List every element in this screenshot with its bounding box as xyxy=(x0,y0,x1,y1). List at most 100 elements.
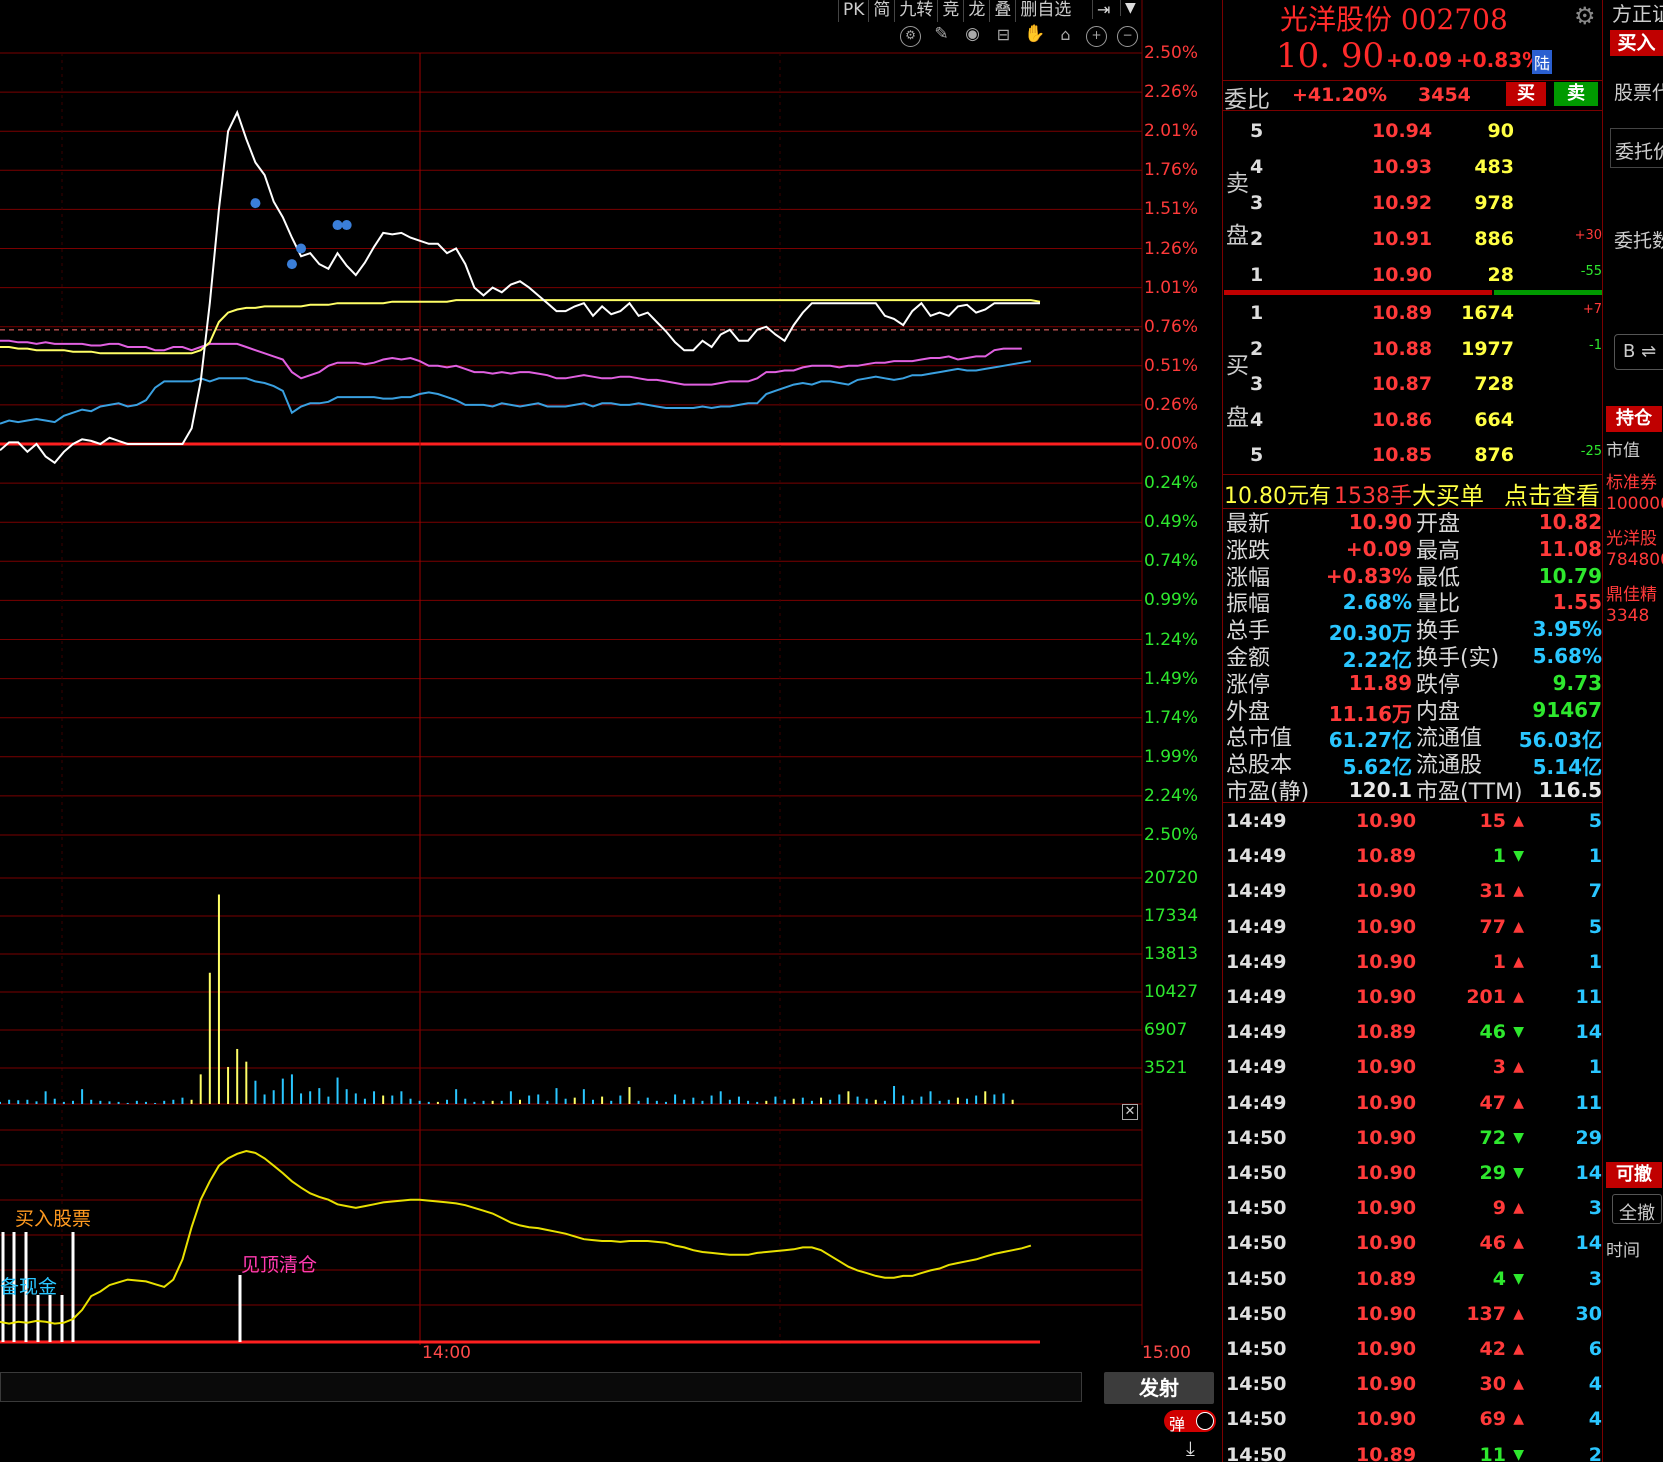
popup-toggle[interactable]: 弹 xyxy=(1164,1410,1216,1434)
bid-row-3[interactable]: 3 10.87 728 xyxy=(1224,367,1604,401)
basket-icon[interactable]: ⊟ xyxy=(993,26,1014,47)
download-icon[interactable]: ⤓ xyxy=(1186,1436,1195,1460)
trade-marker-dot[interactable] xyxy=(296,243,307,254)
arrow-down-icon: ▼ xyxy=(1513,1270,1524,1287)
holding-value-1: 100000 xyxy=(1606,494,1663,514)
bid-chg: +7 xyxy=(1582,302,1602,317)
ask-row-4[interactable]: 4 10.93 483 xyxy=(1224,150,1604,184)
big-order-qty: 1538手 xyxy=(1334,484,1412,509)
tick-t: 14:50 xyxy=(1226,1232,1287,1255)
toolbar-button-0[interactable]: PK xyxy=(838,0,868,22)
tick-n: 14 xyxy=(1575,1232,1602,1255)
tick-n: 1 xyxy=(1588,845,1602,868)
tick-t: 14:50 xyxy=(1226,1408,1287,1431)
tick-v: 31 xyxy=(1479,880,1506,903)
tick-row: 14:49 10.90 47 11 ▲ xyxy=(1226,1086,1602,1120)
zoom-out-icon[interactable]: − xyxy=(1117,26,1138,47)
trade-marker-dot[interactable] xyxy=(286,259,297,270)
signal-buy-label: 买入股票 xyxy=(15,1208,92,1230)
tick-n: 1 xyxy=(1588,950,1602,973)
settings-gear-icon[interactable]: ⚙ xyxy=(1574,2,1596,30)
tick-v: 11 xyxy=(1479,1443,1506,1462)
toolbar-button-6[interactable]: 删自选 xyxy=(1015,0,1075,22)
vol-label-5: 3521 xyxy=(1144,1058,1188,1078)
bid-row-5[interactable]: 5 10.85 876 -25 xyxy=(1224,438,1604,472)
bid-row-2[interactable]: 2 10.88 1977 -1 xyxy=(1224,332,1604,366)
tick-p: 10.90 xyxy=(1356,1197,1417,1220)
eye-icon[interactable]: ◉ xyxy=(962,26,983,47)
popup-toggle-label: 弹 xyxy=(1169,1415,1186,1434)
y-label-down-5: 1.49% xyxy=(1144,668,1199,689)
big-order-view-link[interactable]: 点击查看 xyxy=(1504,476,1600,511)
trade-marker-dot[interactable] xyxy=(332,220,343,231)
holding-value-3: 3348 xyxy=(1606,606,1650,626)
toolbar-button-2[interactable]: 九转 xyxy=(894,0,937,22)
stat-v1-8: 61.27亿 xyxy=(1328,728,1412,753)
ask-row-3[interactable]: 3 10.92 978 xyxy=(1224,186,1604,220)
y-label-up-9: 0.26% xyxy=(1144,394,1199,415)
arrow-down-icon: ▼ xyxy=(1513,848,1524,865)
tick-row: 14:50 10.90 9 3 ▲ xyxy=(1226,1191,1602,1225)
tick-t: 14:50 xyxy=(1226,1267,1287,1290)
zoom-in-icon[interactable]: + xyxy=(1086,26,1107,47)
dropdown-icon[interactable]: ▼ xyxy=(1120,0,1140,16)
stat-v1-2: +0.83% xyxy=(1325,563,1412,588)
cancelable-tab[interactable]: 可撤 xyxy=(1606,1162,1662,1188)
ask-row-1[interactable]: 1 10.90 28 -55 xyxy=(1224,258,1604,292)
arrow-up-icon: ▲ xyxy=(1513,989,1524,1005)
toolbar-button-4[interactable]: 龙 xyxy=(963,0,989,22)
settings-icon[interactable]: ⚙ xyxy=(900,26,921,47)
fire-button[interactable]: 发射 xyxy=(1104,1372,1214,1404)
command-input[interactable] xyxy=(0,1372,1082,1402)
arrow-up-icon: ▲ xyxy=(1513,883,1524,900)
b-switch-button[interactable]: B ⇌ xyxy=(1614,334,1663,370)
bid-row-4[interactable]: 4 10.86 664 xyxy=(1224,403,1604,437)
ask-chg: -55 xyxy=(1580,264,1602,279)
arrow-up-icon: ▲ xyxy=(1513,813,1524,829)
ask-row-2[interactable]: 2 10.91 886 +30 xyxy=(1224,222,1604,256)
exit-icon[interactable]: ⇥ xyxy=(1092,0,1114,19)
tick-v: 29 xyxy=(1479,1162,1506,1184)
tick-v: 69 xyxy=(1479,1408,1506,1431)
stat-v2-10: 116.5 xyxy=(1538,778,1602,802)
stat-v1-10: 120.1 xyxy=(1348,778,1412,802)
tick-n: 6 xyxy=(1588,1338,1602,1360)
ask-vol: 978 xyxy=(1474,192,1514,214)
toggle-knob xyxy=(1196,1412,1214,1430)
toolbar-button-1[interactable]: 简 xyxy=(868,0,894,22)
quick-sell-button[interactable]: 卖 xyxy=(1554,82,1598,106)
bid-row-1[interactable]: 1 10.89 1674 +7 xyxy=(1224,296,1604,330)
tick-v: 1 xyxy=(1492,950,1506,973)
ask-row-5[interactable]: 5 10.94 90 xyxy=(1224,114,1604,148)
holdings-tab[interactable]: 持仓 xyxy=(1606,406,1662,432)
cancel-all-button[interactable]: 全撤 xyxy=(1612,1194,1662,1224)
trade-marker-dot[interactable] xyxy=(341,220,352,231)
ask-price: 10.92 xyxy=(1372,192,1433,214)
order-price-field[interactable]: 委托价 xyxy=(1610,128,1663,168)
quick-buy-button[interactable]: 买 xyxy=(1506,82,1546,106)
weibi-label: 委比 xyxy=(1224,87,1270,113)
buy-tab[interactable]: 买入 xyxy=(1610,30,1663,56)
toolbar-button-3[interactable]: 竞 xyxy=(937,0,963,22)
toolbar-button-5[interactable]: 叠 xyxy=(989,0,1015,22)
stat-v1-0: 10.90 xyxy=(1348,510,1412,534)
tick-row: 14:50 10.90 46 14 ▲ xyxy=(1226,1226,1602,1260)
tick-t: 14:50 xyxy=(1226,1197,1287,1220)
chart-tool-icons: ⚙ ✎ ◉ ⊟ ✋ ⌂ + − xyxy=(900,26,1138,47)
close-indicator-icon[interactable]: ✕ xyxy=(1122,1104,1138,1120)
tick-n: 14 xyxy=(1575,1021,1602,1044)
pen-icon[interactable]: ✎ xyxy=(931,26,952,47)
lock-icon[interactable]: ⌂ xyxy=(1055,26,1076,47)
tick-n: 29 xyxy=(1575,1126,1602,1149)
ask-vol: 886 xyxy=(1474,228,1514,250)
tick-v: 77 xyxy=(1479,915,1506,938)
stock-name-code: 光洋股份 002708 xyxy=(1280,3,1508,36)
chart-toolbar: PK 简九转竞龙叠删自选 xyxy=(838,0,1075,22)
tick-t: 14:49 xyxy=(1226,1091,1287,1114)
y-label-down-2: 0.74% xyxy=(1144,551,1199,572)
x-label-1500: 15:00 xyxy=(1142,1343,1191,1363)
trade-marker-dot[interactable] xyxy=(250,198,261,209)
order-qty-label: 委托数 xyxy=(1614,230,1663,252)
y-label-down-1: 0.49% xyxy=(1144,512,1199,533)
hand-icon[interactable]: ✋ xyxy=(1024,26,1045,47)
